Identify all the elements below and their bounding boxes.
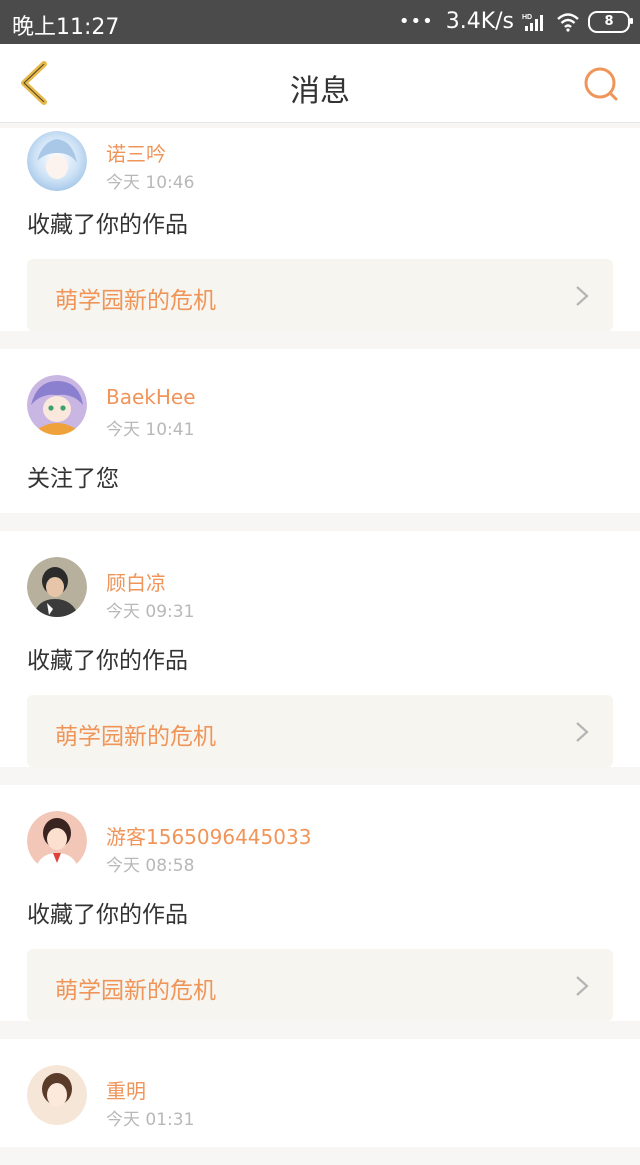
status-icons: ••• 3.4K/s HD 8 — [398, 9, 633, 34]
svg-text:HD: HD — [522, 14, 532, 21]
timestamp: 今天 10:46 — [106, 173, 195, 193]
message-card: BaekHee 今天 10:41 关注了您 — [0, 349, 640, 513]
message-card: 重明 今天 01:31 — [0, 1039, 640, 1147]
chevron-right-icon — [576, 722, 589, 742]
work-link[interactable]: 萌学园新的危机 — [27, 695, 613, 767]
wifi-icon — [557, 12, 579, 32]
username[interactable]: 顾白凉 — [106, 567, 166, 596]
message-text: 收藏了你的作品 — [27, 902, 188, 928]
network-speed: 3.4K/s — [445, 9, 514, 34]
timestamp: 今天 10:41 — [106, 420, 195, 440]
avatar[interactable] — [27, 811, 87, 871]
notification-dots: ••• — [398, 11, 434, 32]
message-text: 收藏了你的作品 — [27, 648, 188, 674]
username[interactable]: 重明 — [106, 1075, 146, 1104]
chevron-right-icon — [576, 286, 589, 306]
page-title: 消息 — [290, 74, 350, 109]
timestamp: 今天 08:58 — [106, 856, 195, 876]
message-list: 诺三吟 今天 10:46 收藏了你的作品 萌学园新的危机 BaekHee 今天 … — [0, 123, 640, 1165]
avatar[interactable] — [27, 131, 87, 191]
status-time: 晚上11:27 — [12, 15, 120, 40]
timestamp: 今天 09:31 — [106, 602, 195, 622]
username[interactable]: 游客1565096445033 — [106, 821, 311, 850]
nav-bar: 消息 — [0, 44, 640, 123]
work-title: 萌学园新的危机 — [55, 724, 216, 750]
avatar[interactable] — [27, 375, 87, 435]
avatar[interactable] — [27, 557, 87, 617]
work-title: 萌学园新的危机 — [55, 978, 216, 1004]
work-link[interactable]: 萌学园新的危机 — [27, 259, 613, 331]
timestamp: 今天 01:31 — [106, 1110, 195, 1130]
message-text: 关注了您 — [27, 466, 119, 492]
message-card: 游客1565096445033 今天 08:58 收藏了你的作品 萌学园新的危机 — [0, 785, 640, 1021]
chevron-right-icon — [576, 976, 589, 996]
signal-icon: HD — [522, 14, 543, 31]
avatar[interactable] — [27, 1065, 87, 1125]
username[interactable]: BaekHee — [106, 385, 196, 409]
username[interactable]: 诺三吟 — [106, 138, 166, 167]
work-title: 萌学园新的危机 — [55, 288, 216, 314]
message-text: 收藏了你的作品 — [27, 212, 188, 238]
work-link[interactable]: 萌学园新的危机 — [27, 949, 613, 1021]
message-card: 诺三吟 今天 10:46 收藏了你的作品 萌学园新的危机 — [0, 128, 640, 331]
battery-icon: 8 — [588, 10, 633, 33]
status-bar: 晚上11:27 ••• 3.4K/s HD 8 — [0, 0, 640, 44]
search-icon[interactable] — [580, 62, 624, 106]
message-card: 顾白凉 今天 09:31 收藏了你的作品 萌学园新的危机 — [0, 531, 640, 767]
